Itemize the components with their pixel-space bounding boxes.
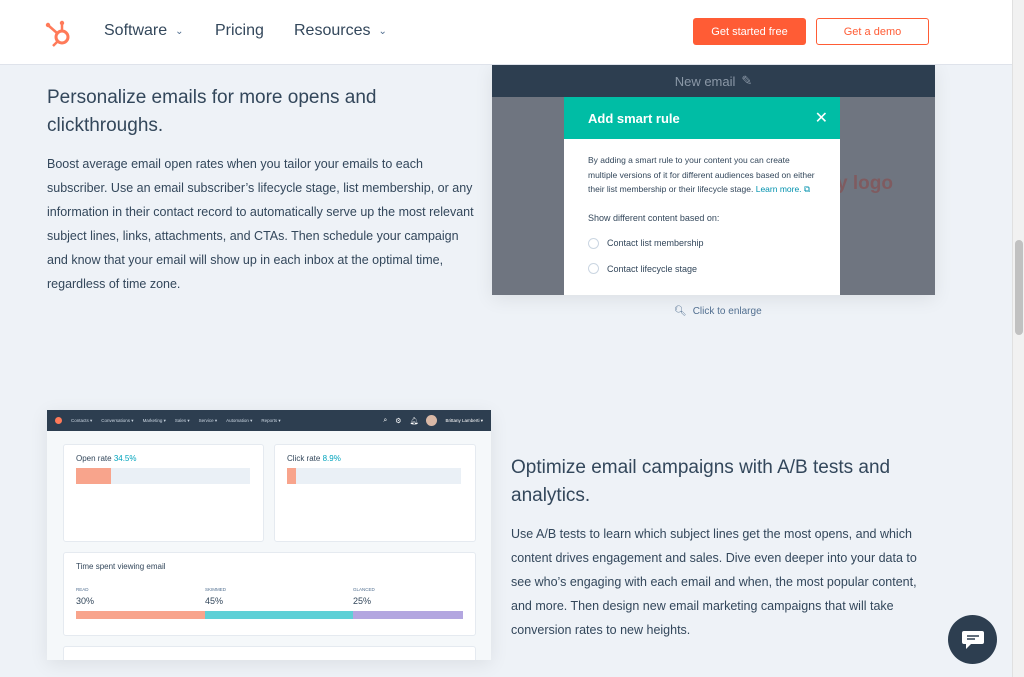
modal-title: Add smart rule xyxy=(588,110,680,126)
email-title: New email xyxy=(674,73,736,89)
click-rate-title: Click rate 8.9% xyxy=(287,454,341,463)
next-card xyxy=(63,646,476,660)
radio-list-membership[interactable]: Contact list membership xyxy=(588,236,816,251)
scrollbar-thumb[interactable] xyxy=(1015,240,1023,335)
nav-resources[interactable]: Resources ⌄ xyxy=(294,22,387,40)
top-nav: Software ⌄ Pricing Resources ⌄ Get start… xyxy=(0,0,1012,65)
analytics-screenshot[interactable]: Contacts ▾ Conversations ▾ Marketing ▾ S… xyxy=(47,410,491,660)
section2-body: Use A/B tests to learn which subject lin… xyxy=(511,527,917,637)
skimmed-label: SKIMMED xyxy=(205,587,227,592)
read-label: READ xyxy=(76,587,89,592)
section1-heading: Personalize emails for more opens and cl… xyxy=(47,87,377,136)
zoom-icon: 🔍︎ xyxy=(674,306,687,317)
time-spent-card: Time spent viewing email READ 30% SKIMME… xyxy=(63,552,476,636)
glanced-segment xyxy=(353,611,463,619)
click-rate-value: 8.9% xyxy=(322,454,341,463)
page-scrollbar[interactable] xyxy=(1012,0,1024,677)
hubspot-logo-icon[interactable] xyxy=(44,18,74,48)
search-icon: ⌕ xyxy=(383,416,388,424)
app-bar-icons: ⌕ ⚙ 🔔︎ Brittany Lamberti ▾ xyxy=(383,415,483,426)
app-nav-item: Reports ▾ xyxy=(261,417,281,423)
radio-label: Contact list membership xyxy=(607,238,704,248)
chevron-down-icon: ⌄ xyxy=(175,25,184,37)
read-segment xyxy=(76,611,205,619)
click-rate-card: Click rate 8.9% xyxy=(274,444,476,542)
open-rate-value: 34.5% xyxy=(113,454,137,463)
glanced-value: 25% xyxy=(353,596,372,606)
nav-resources-label: Resources xyxy=(294,22,371,39)
app-nav-bar: Contacts ▾ Conversations ▾ Marketing ▾ S… xyxy=(47,410,491,431)
radio-lifecycle-stage[interactable]: Contact lifecycle stage xyxy=(588,262,816,277)
avatar xyxy=(426,415,438,426)
smart-rule-modal: Add smart rule ✕ By adding a smart rule … xyxy=(564,97,840,295)
get-demo-button[interactable]: Get a demo xyxy=(816,18,929,45)
skimmed-segment xyxy=(205,611,353,619)
radio-icon xyxy=(588,237,599,249)
nav-pricing[interactable]: Pricing xyxy=(215,22,264,40)
nav-software-label: Software xyxy=(104,22,168,39)
get-started-button[interactable]: Get started free xyxy=(693,18,806,45)
gear-icon: ⚙ xyxy=(395,417,402,425)
app-nav-item: Marketing ▾ xyxy=(142,417,166,423)
nav-software[interactable]: Software ⌄ xyxy=(104,22,184,40)
user-name: Brittany Lamberti ▾ xyxy=(445,417,483,423)
app-nav-item: Service ▾ xyxy=(198,417,218,423)
caption-label: Click to enlarge xyxy=(692,306,762,317)
open-rate-title: Open rate 34.5% xyxy=(76,454,137,463)
enlarge-caption-1[interactable]: 🔍︎ Click to enlarge xyxy=(674,306,762,317)
chevron-down-icon: ⌄ xyxy=(378,25,387,37)
open-rate-track xyxy=(76,468,250,484)
external-link-icon: ⧉ xyxy=(803,184,811,194)
app-nav-item: Contacts ▾ xyxy=(71,417,93,423)
section1-body: Boost average email open rates when you … xyxy=(47,157,474,291)
learn-more-link[interactable]: Learn more. xyxy=(756,184,802,194)
chat-icon xyxy=(961,630,984,649)
click-rate-label: Click rate xyxy=(287,454,321,463)
radio-icon xyxy=(588,263,599,275)
open-rate-fill xyxy=(76,468,111,484)
bg-logo-text: y logo xyxy=(837,173,893,194)
hubspot-logo-icon xyxy=(55,417,62,424)
skimmed-value: 45% xyxy=(205,596,224,606)
open-rate-label: Open rate xyxy=(76,454,112,463)
pencil-icon: ✎ xyxy=(741,73,753,88)
app-nav-item: Automation ▾ xyxy=(226,417,253,423)
close-icon[interactable]: ✕ xyxy=(815,108,828,128)
chat-widget-button[interactable] xyxy=(948,615,997,664)
modal-body: By adding a smart rule to your content y… xyxy=(564,139,840,290)
modal-subheading: Show different content based on: xyxy=(588,212,720,223)
open-rate-card: Open rate 34.5% xyxy=(63,444,264,542)
section2-heading: Optimize email campaigns with A/B tests … xyxy=(511,457,891,506)
modal-header: Add smart rule ✕ xyxy=(564,97,840,139)
radio-label: Contact lifecycle stage xyxy=(607,263,698,274)
bell-icon: 🔔︎ xyxy=(409,417,419,425)
glanced-label: GLANCED xyxy=(353,587,375,592)
smart-rule-screenshot[interactable]: New email ✎ y logo Add smart rule ✕ By a… xyxy=(492,65,935,295)
email-editor-header: New email ✎ xyxy=(492,65,935,97)
click-rate-track xyxy=(287,468,461,484)
time-spent-title: Time spent viewing email xyxy=(76,562,166,571)
app-nav-item: Sales ▾ xyxy=(174,417,190,423)
nav-pricing-label: Pricing xyxy=(215,22,264,39)
click-rate-fill xyxy=(287,468,296,484)
read-value: 30% xyxy=(76,596,95,606)
app-nav-item: Conversations ▾ xyxy=(101,417,134,423)
